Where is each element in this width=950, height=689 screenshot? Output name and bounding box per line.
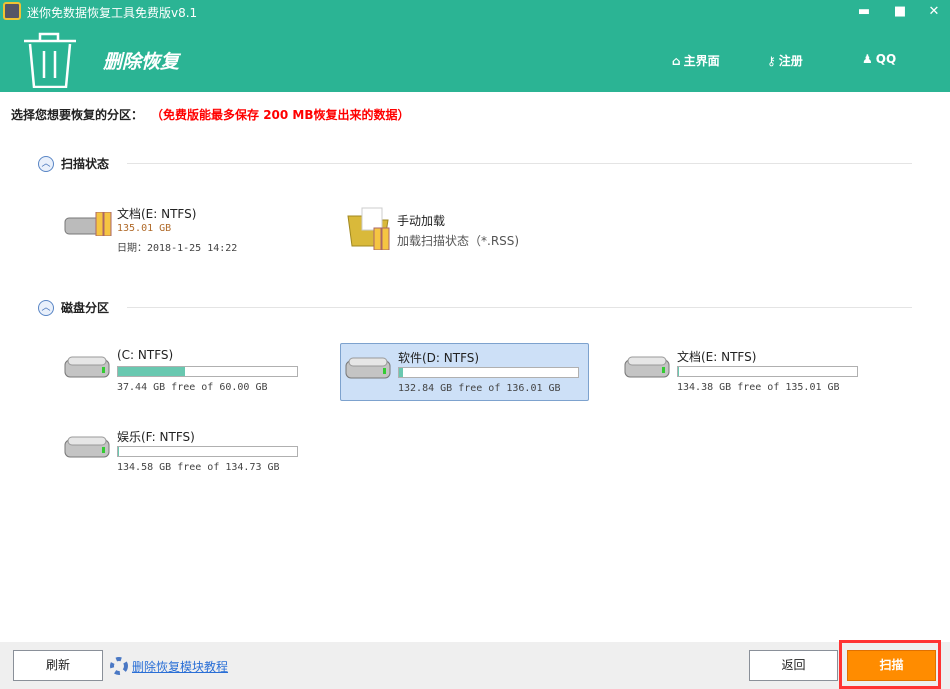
header: 迷你免数据恢复工具免费版v8.1 ▬ ■ ✕ 删除恢复 ⌂ 主界面 ⚷ 注册 ♟ QQ xyxy=(0,0,950,92)
key-icon: ⚷ xyxy=(767,53,776,68)
maximize-button[interactable]: ■ xyxy=(892,4,908,20)
back-button[interactable]: 返回 xyxy=(749,650,838,681)
usage-bar xyxy=(398,367,579,378)
partition-free: 134.38 GB free of 135.01 GB xyxy=(677,382,840,393)
collapse-chevron-icon[interactable]: ︿ xyxy=(38,155,54,172)
nav-qq[interactable]: ♟ QQ xyxy=(862,52,896,66)
partition-item[interactable]: 娱乐(F: NTFS) 134.58 GB free of 134.73 GB xyxy=(60,423,309,481)
app-icon xyxy=(3,2,21,20)
manual-load-item[interactable]: 手动加载 加载扫描状态（*.RSS) xyxy=(340,200,589,258)
partition-item[interactable]: 软件(D: NTFS) 132.84 GB free of 136.01 GB xyxy=(340,343,589,401)
section-scan-state: ︿ 扫描状态 xyxy=(38,155,912,172)
module-title: 删除恢复 xyxy=(103,51,180,73)
minimize-button[interactable]: ▬ xyxy=(856,4,872,20)
refresh-button[interactable]: 刷新 xyxy=(13,650,103,681)
partition-free: 134.58 GB free of 134.73 GB xyxy=(117,462,280,473)
drive-icon xyxy=(64,436,110,458)
free-notice: （免费版能最多保存 200 MB恢复出来的数据） xyxy=(157,108,410,122)
usage-bar xyxy=(677,366,858,377)
usage-fill xyxy=(678,367,679,376)
prompt: 选择您想要恢复的分区： （免费版能最多保存 200 MB恢复出来的数据） xyxy=(11,108,410,122)
tutorial-link[interactable]: 删除恢复模块教程 xyxy=(132,658,228,675)
usage-bar xyxy=(117,446,298,457)
qq-icon: ♟ xyxy=(862,52,873,66)
usage-fill xyxy=(118,367,186,376)
partition-name: 软件(D: NTFS) xyxy=(398,351,480,365)
trash-icon xyxy=(24,32,76,88)
footer: 刷新 删除恢复模块教程 返回 扫描 xyxy=(0,640,950,689)
scan-button[interactable]: 扫描 xyxy=(847,650,936,681)
window-title: 迷你免数据恢复工具免费版v8.1 xyxy=(27,6,198,20)
partition-item[interactable]: 文档(E: NTFS) 134.38 GB free of 135.01 GB xyxy=(620,343,869,401)
lifebuoy-icon xyxy=(110,657,128,675)
drive-icon xyxy=(345,357,391,379)
drive-icon xyxy=(64,212,112,236)
partition-name: 娱乐(F: NTFS) xyxy=(117,430,195,444)
partition-free: 37.44 GB free of 60.00 GB xyxy=(117,382,268,393)
nav-register[interactable]: ⚷ 注册 xyxy=(767,52,803,69)
close-button[interactable]: ✕ xyxy=(926,4,942,20)
partition-item[interactable]: (C: NTFS) 37.44 GB free of 60.00 GB xyxy=(60,343,309,401)
collapse-chevron-icon[interactable]: ︿ xyxy=(38,299,54,316)
folder-icon xyxy=(347,207,390,250)
drive-icon xyxy=(624,356,670,378)
partition-name: 文档(E: NTFS) xyxy=(677,350,757,364)
usage-fill xyxy=(399,368,404,377)
nav-home[interactable]: ⌂ 主界面 xyxy=(672,52,720,69)
partition-free: 132.84 GB free of 136.01 GB xyxy=(398,383,561,394)
home-icon: ⌂ xyxy=(672,53,681,68)
scan-state-item[interactable]: 文档(E: NTFS) 135.01 GB 日期：2018-1-25 14:22 xyxy=(60,200,309,258)
drive-icon xyxy=(64,356,110,378)
usage-bar xyxy=(117,366,298,377)
section-partitions: ︿ 磁盘分区 xyxy=(38,299,912,316)
partition-name: (C: NTFS) xyxy=(117,348,174,362)
